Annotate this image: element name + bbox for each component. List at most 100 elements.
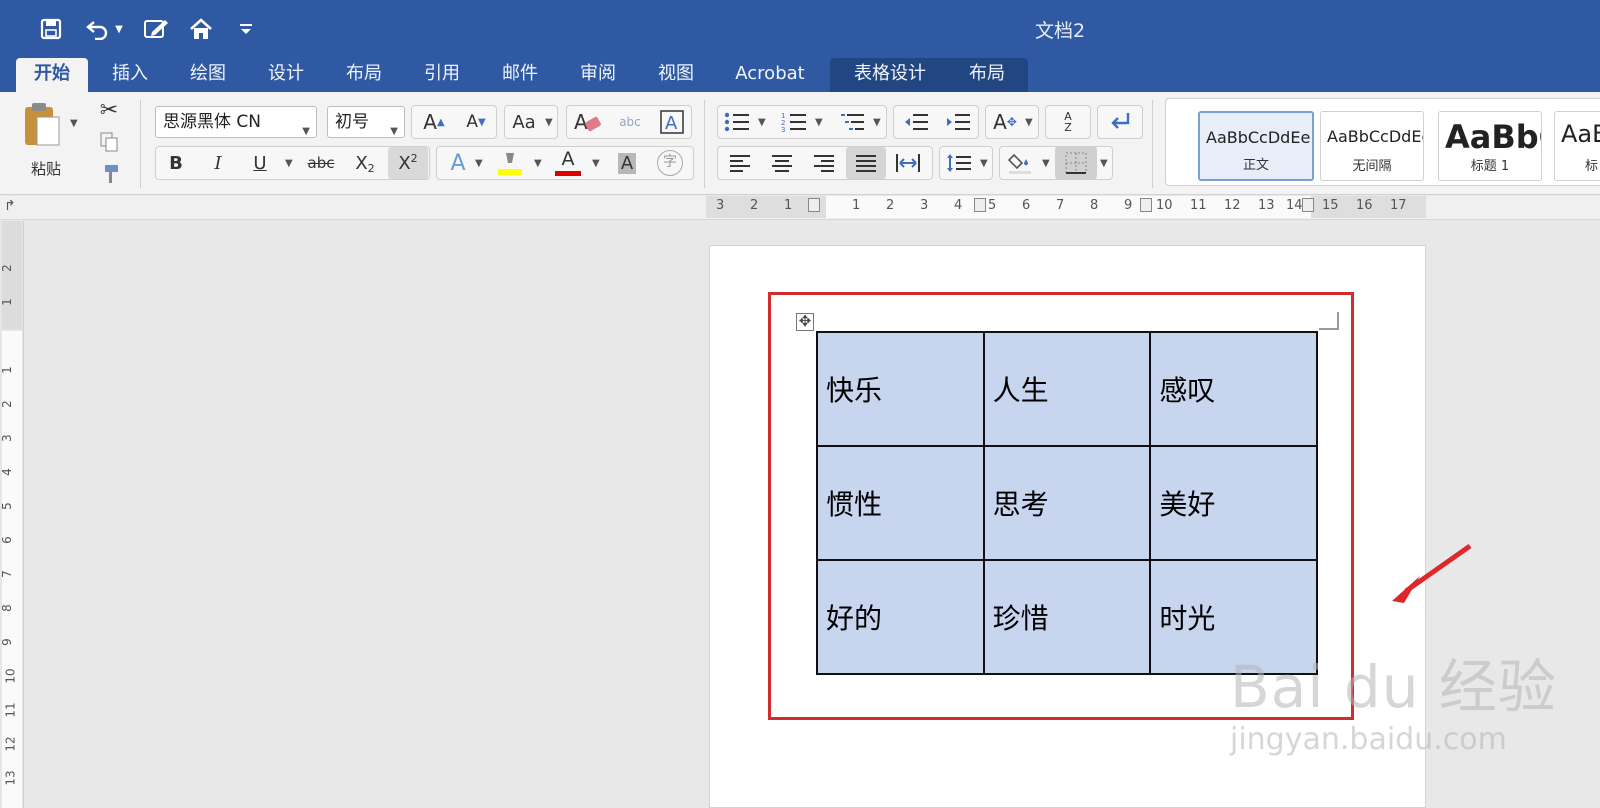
multilevel-list-icon[interactable] — [834, 106, 870, 138]
line-spacing-dropdown-icon[interactable]: ▼ — [980, 158, 988, 169]
underline-button[interactable]: U — [242, 147, 278, 179]
font-size-combo[interactable]: 初号 ▼ — [327, 106, 405, 138]
tab-draw[interactable]: 绘图 — [178, 58, 238, 92]
highlight-dropdown-icon[interactable]: ▼ — [534, 158, 542, 169]
sort-icon[interactable]: A Z — [1047, 106, 1089, 138]
svg-text:A: A — [665, 113, 678, 134]
text-effects-icon[interactable]: A — [440, 147, 476, 179]
style-normal[interactable]: AaBbCcDdEe 正文 — [1198, 111, 1314, 181]
ruler-number: 1 — [0, 298, 14, 306]
paste-label[interactable]: 粘贴 — [26, 152, 66, 184]
ruler-number: 5 — [0, 502, 14, 510]
table-cell[interactable]: 美好 — [1149, 445, 1318, 561]
shading-icon[interactable] — [1001, 147, 1039, 179]
italic-button[interactable]: I — [200, 147, 236, 179]
change-case-icon[interactable]: Aa — [506, 106, 542, 138]
character-shading-icon[interactable]: A — [608, 147, 646, 179]
table-cell[interactable]: 惯性 — [816, 445, 985, 561]
change-case-dropdown-icon[interactable]: ▼ — [545, 117, 553, 128]
align-center-icon[interactable] — [762, 147, 802, 179]
style-no-spacing[interactable]: AaBbCcDdEe 无间隔 — [1320, 111, 1424, 181]
underline-dropdown-icon[interactable]: ▼ — [285, 158, 293, 169]
bullets-icon[interactable] — [719, 106, 755, 138]
table-cell[interactable]: 感叹 — [1149, 331, 1318, 447]
show-paragraph-marks-icon[interactable] — [1099, 106, 1141, 138]
tab-references[interactable]: 引用 — [412, 58, 472, 92]
cut-icon[interactable]: ✂ — [94, 94, 124, 126]
borders-icon[interactable] — [1055, 147, 1097, 179]
tab-mailings[interactable]: 邮件 — [490, 58, 550, 92]
format-painter-icon[interactable] — [94, 158, 124, 190]
tab-table-layout[interactable]: 布局 — [952, 58, 1022, 92]
paste-dropdown-icon[interactable]: ▼ — [70, 118, 78, 129]
tab-home[interactable]: 开始 — [16, 58, 88, 92]
style-heading-2[interactable]: AaBb 标 — [1554, 111, 1600, 181]
table-move-handle-icon[interactable]: ✥ — [796, 313, 814, 331]
asian-layout-icon[interactable]: A ✥ — [987, 106, 1023, 138]
table-cell[interactable]: 思考 — [982, 445, 1152, 561]
ruler-number: 10 — [1156, 198, 1173, 213]
left-indent-marker[interactable] — [808, 198, 820, 212]
phonetic-guide-icon[interactable]: abc — [610, 106, 650, 138]
ruler-number: 11 — [3, 702, 18, 718]
sort-letter-z: Z — [1064, 121, 1072, 134]
enclose-characters-icon[interactable]: 字 — [650, 147, 690, 179]
table-cell[interactable]: 好的 — [816, 559, 985, 675]
tab-table-design[interactable]: 表格设计 — [840, 58, 940, 92]
vertical-ruler[interactable]: 2 1 1 2 3 4 5 6 7 8 9 10 11 12 13 — [0, 221, 24, 808]
asian-layout-dropdown-icon[interactable]: ▼ — [1025, 117, 1033, 128]
highlight-icon[interactable] — [490, 147, 530, 179]
font-color-dropdown-icon[interactable]: ▼ — [592, 158, 600, 169]
numbering-icon[interactable]: 123 — [776, 106, 812, 138]
tab-view[interactable]: 视图 — [646, 58, 706, 92]
tab-design[interactable]: 设计 — [256, 58, 316, 92]
table-cell[interactable]: 快乐 — [816, 331, 985, 447]
align-right-icon[interactable] — [804, 147, 844, 179]
borders-dropdown-icon[interactable]: ▼ — [1100, 158, 1108, 169]
character-border-icon[interactable]: A — [652, 106, 692, 138]
font-name-dropdown-icon[interactable]: ▼ — [302, 117, 310, 147]
table-end-marker — [1319, 312, 1339, 330]
tab-selector-icon[interactable]: ↱ — [4, 198, 16, 214]
grow-font-icon[interactable]: A ▲ — [414, 106, 454, 138]
distributed-align-icon[interactable] — [888, 147, 928, 179]
ruler-number: 16 — [1356, 198, 1373, 213]
right-indent-marker[interactable] — [1302, 198, 1314, 212]
bold-button[interactable]: B — [158, 147, 194, 179]
text-effects-dropdown-icon[interactable]: ▼ — [475, 158, 483, 169]
column-marker[interactable] — [1140, 198, 1152, 212]
bullets-dropdown-icon[interactable]: ▼ — [758, 117, 766, 128]
font-size-dropdown-icon[interactable]: ▼ — [390, 117, 398, 147]
align-left-icon[interactable] — [720, 147, 760, 179]
copy-icon[interactable] — [94, 126, 124, 158]
increase-indent-icon[interactable] — [938, 106, 978, 138]
shading-dropdown-icon[interactable]: ▼ — [1042, 158, 1050, 169]
numbering-dropdown-icon[interactable]: ▼ — [815, 117, 823, 128]
paste-icon[interactable] — [18, 100, 64, 150]
tab-insert[interactable]: 插入 — [100, 58, 160, 92]
column-marker[interactable] — [974, 198, 986, 212]
decrease-indent-icon[interactable] — [896, 106, 936, 138]
document-table[interactable]: 快乐 人生 感叹 惯性 思考 美好 好的 珍惜 时光 — [816, 331, 1318, 675]
line-spacing-icon[interactable] — [941, 147, 977, 179]
strikethrough-button[interactable]: abc — [300, 147, 342, 179]
annotation-arrow-icon — [1390, 543, 1474, 609]
horizontal-ruler[interactable]: 3 2 1 1 2 3 4 5 6 7 8 9 10 11 12 13 14 1… — [706, 196, 1426, 218]
shrink-font-icon[interactable]: A ▼ — [456, 106, 496, 138]
font-name-combo[interactable]: 思源黑体 CN ▼ — [155, 106, 317, 138]
ruler-number: 12 — [1224, 198, 1241, 213]
tab-layout[interactable]: 布局 — [334, 58, 394, 92]
multilevel-list-dropdown-icon[interactable]: ▼ — [873, 117, 881, 128]
tab-acrobat[interactable]: Acrobat — [724, 58, 816, 92]
font-color-letter: A — [561, 148, 575, 170]
subscript-button[interactable]: X2 — [346, 147, 384, 179]
style-heading-1[interactable]: AaBbC 标题 1 — [1438, 111, 1542, 181]
clear-formatting-icon[interactable]: A — [568, 106, 608, 138]
font-color-icon[interactable]: A — [548, 147, 588, 179]
table-cell[interactable]: 珍惜 — [982, 559, 1152, 675]
table-cell[interactable]: 人生 — [982, 331, 1152, 447]
superscript-button[interactable]: X2 — [388, 147, 428, 179]
justify-icon[interactable] — [846, 147, 886, 179]
ruler-number: 4 — [954, 198, 963, 213]
tab-review[interactable]: 审阅 — [568, 58, 628, 92]
